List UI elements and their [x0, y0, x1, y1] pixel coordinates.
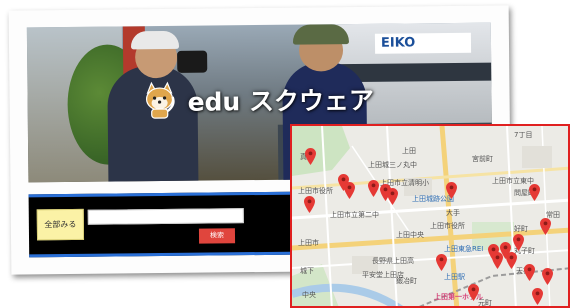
map-pin-icon[interactable] — [506, 252, 517, 269]
map-label: 上田 — [402, 147, 416, 155]
map-pin-icon[interactable] — [540, 218, 551, 235]
map-label: 上田中央 — [396, 231, 424, 239]
show-all-button[interactable]: 全部みる — [36, 208, 85, 241]
map-label: 上田市立東中 — [492, 177, 534, 185]
brand-name: edu スクウェア — [187, 85, 375, 117]
map-pin-icon[interactable] — [344, 182, 355, 199]
map-label: 宮前町 — [472, 155, 493, 163]
hero-camera — [177, 50, 208, 73]
map-label: 上田市役所 — [430, 222, 465, 230]
hero-person-right-cap — [292, 24, 350, 45]
map-pin-icon[interactable] — [446, 182, 457, 199]
map-pin-icon[interactable] — [305, 148, 316, 165]
map-label: 上田市立第二中 — [330, 211, 379, 219]
map-pin-icon[interactable] — [468, 284, 479, 301]
map-pin-icon[interactable] — [529, 184, 540, 201]
map-pin-icon[interactable] — [513, 234, 524, 251]
site-logo[interactable]: edu スクウェア — [139, 77, 374, 123]
map-label: 長野県上田高 — [372, 257, 414, 265]
map-label: 鍛冶町 — [396, 277, 417, 285]
map-pin-icon[interactable] — [304, 196, 315, 213]
map-label: 中央 — [302, 291, 316, 299]
map-pin-icon[interactable] — [436, 254, 447, 271]
map-label: 上田城三ノ丸中 — [368, 161, 417, 169]
map-pin-icon[interactable] — [368, 180, 379, 197]
map-label: 好町 — [514, 225, 528, 233]
map-label: 上田東急REI — [444, 245, 484, 253]
map-inset[interactable]: 上田城三ノ丸中 上田市立清明小 上田市立第二中 上田市役所 上田市 長野県上田高… — [290, 124, 570, 308]
search-button[interactable]: 検索 — [198, 228, 236, 244]
map-label: 7丁目 — [514, 131, 533, 139]
map-pin-icon[interactable] — [532, 288, 543, 305]
hero-person-left-cap — [130, 30, 180, 50]
map-pin-icon[interactable] — [524, 264, 535, 281]
map-label: 大手 — [446, 209, 460, 217]
map-pin-icon[interactable] — [387, 188, 398, 205]
map-label: 上田市役所 — [298, 187, 333, 195]
map-label: 上田駅 — [444, 273, 465, 281]
map-label: 城下 — [300, 267, 314, 275]
hero-store-sign: EIKO — [374, 32, 472, 54]
shiba-dog-icon — [145, 81, 175, 119]
map-label: 上田市 — [298, 239, 319, 247]
search-input[interactable] — [87, 208, 244, 225]
map-label: 元町 — [478, 299, 492, 307]
map-pin-icon[interactable] — [542, 268, 553, 285]
